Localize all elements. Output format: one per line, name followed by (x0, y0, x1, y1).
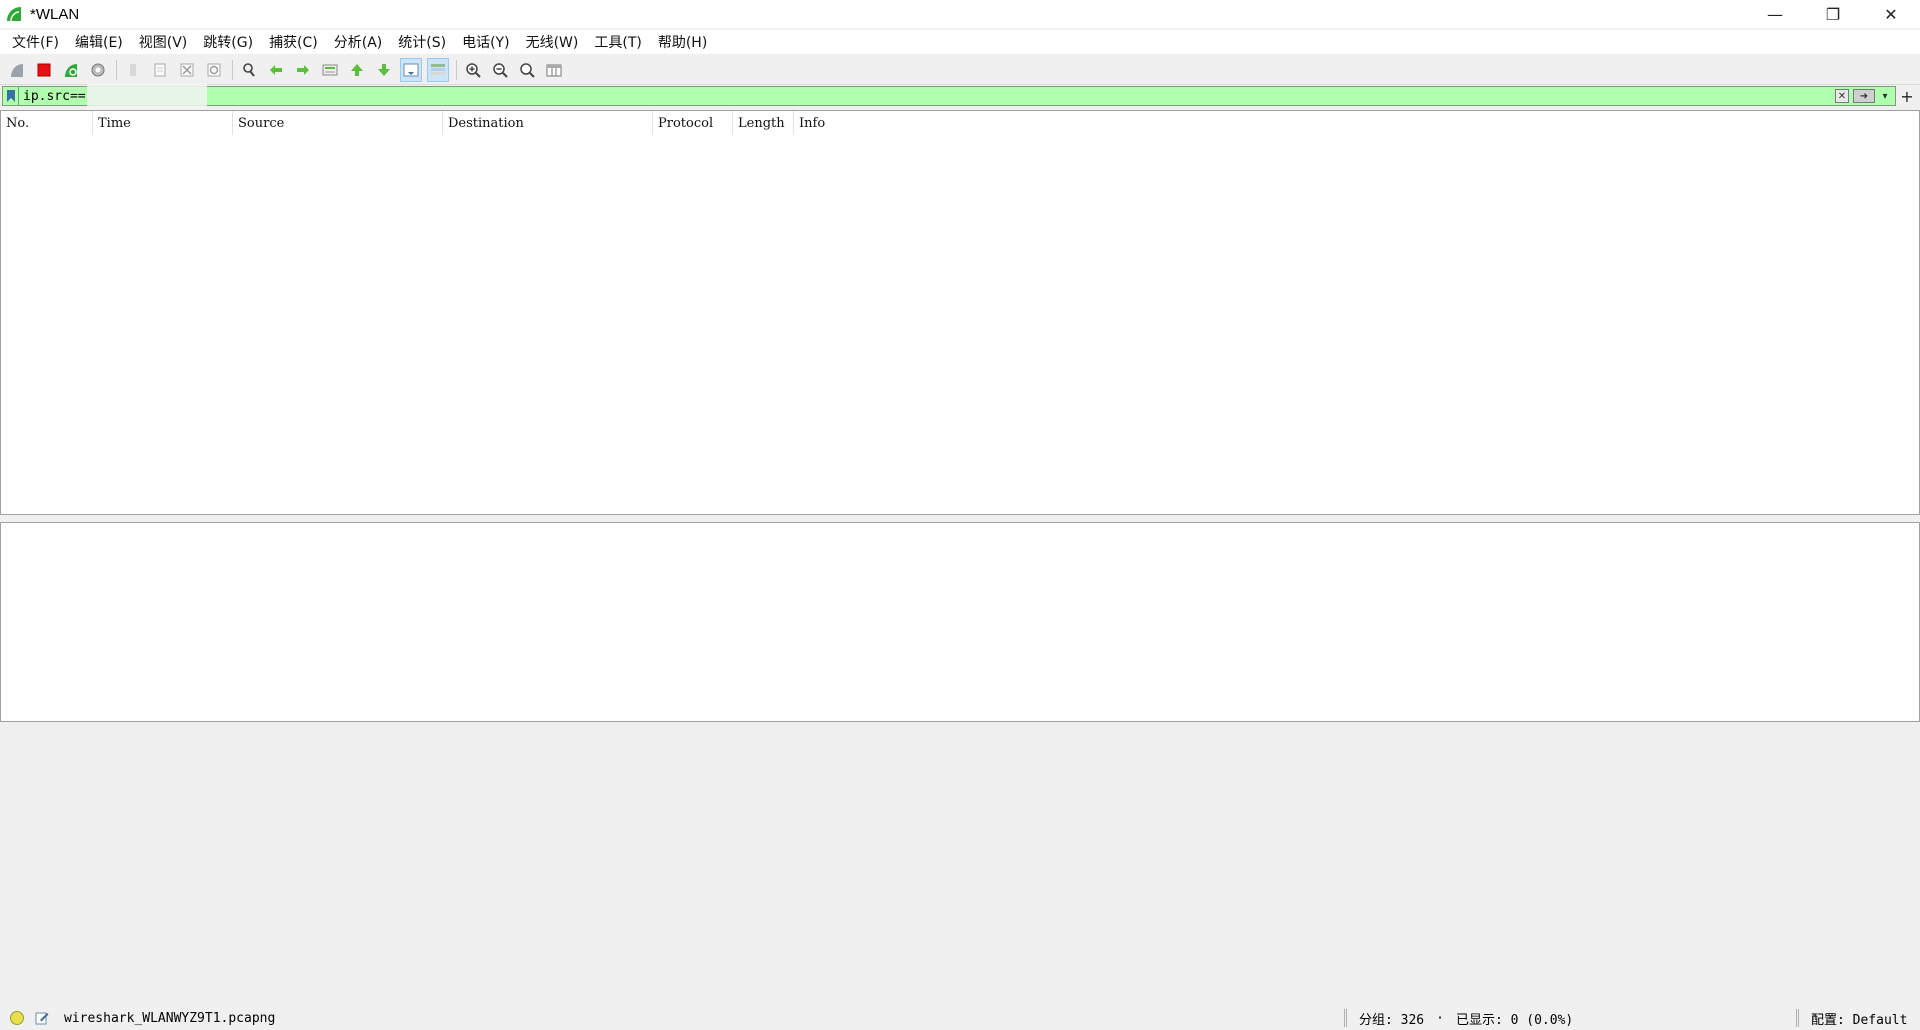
column-header-source[interactable]: Source (233, 111, 443, 135)
go-first-icon[interactable] (346, 58, 368, 82)
stop-capture-icon[interactable] (33, 58, 55, 82)
restore-button[interactable]: ❐ (1804, 0, 1862, 28)
profile-selector[interactable]: 配置: Default (1811, 1009, 1907, 1028)
apply-filter-icon[interactable]: ➜ (1853, 89, 1875, 103)
go-to-packet-icon[interactable] (319, 58, 341, 82)
menu-telephony[interactable]: 电话(Y) (454, 30, 517, 54)
menu-tools[interactable]: 工具(T) (586, 30, 649, 54)
bookmark-icon[interactable] (3, 87, 19, 105)
column-header-length[interactable]: Length (733, 111, 794, 135)
minimize-button[interactable]: — (1746, 0, 1804, 28)
capture-comment-icon[interactable] (34, 1010, 50, 1026)
status-divider (1344, 1009, 1347, 1027)
capture-file-name: wireshark_WLANWYZ9T1.pcapng (64, 1010, 276, 1026)
menu-file[interactable]: 文件(F) (4, 30, 67, 54)
go-back-icon[interactable] (265, 58, 287, 82)
status-dot-separator: · (1436, 1010, 1444, 1026)
wireshark-logo-icon (4, 4, 24, 24)
window-title: *WLAN (30, 5, 80, 23)
display-filter-bar: ✕ ➜ ▾ + (2, 83, 1918, 111)
menu-edit[interactable]: 编辑(E) (67, 30, 131, 54)
zoom-out-icon[interactable] (489, 58, 511, 82)
autoscroll-icon[interactable] (400, 57, 422, 82)
zoom-normal-icon[interactable] (516, 58, 538, 82)
zoom-in-icon[interactable] (462, 58, 484, 82)
restore-icon: ❐ (1825, 4, 1841, 24)
packet-details-pane[interactable] (0, 522, 1920, 722)
redacted-area (87, 83, 207, 111)
colorize-icon[interactable] (427, 57, 449, 82)
menu-go[interactable]: 跳转(G) (195, 30, 261, 54)
restart-capture-icon[interactable] (60, 58, 82, 82)
menu-analyze[interactable]: 分析(A) (326, 30, 391, 54)
minimize-icon: — (1767, 4, 1783, 24)
go-forward-icon[interactable] (292, 58, 314, 82)
clear-filter-icon[interactable]: ✕ (1835, 89, 1849, 103)
packet-list-header: No. Time Source Destination Protocol Len… (1, 111, 1919, 135)
close-window-button[interactable]: ✕ (1862, 0, 1920, 28)
menu-view[interactable]: 视图(V) (131, 30, 196, 54)
status-bar: wireshark_WLANWYZ9T1.pcapng 分组: 326 · 已显… (0, 1006, 1920, 1030)
capture-options-icon[interactable] (87, 58, 109, 82)
column-header-info[interactable]: Info (794, 111, 1919, 135)
reload-file-icon[interactable] (203, 58, 225, 82)
toolbar-divider (232, 59, 233, 80)
find-packet-icon[interactable] (238, 58, 260, 82)
column-header-protocol[interactable]: Protocol (653, 111, 733, 135)
menu-wireless[interactable]: 无线(W) (518, 30, 587, 54)
menu-help[interactable]: 帮助(H) (650, 30, 715, 54)
column-header-time[interactable]: Time (93, 111, 233, 135)
column-header-no[interactable]: No. (1, 111, 93, 135)
column-header-destination[interactable]: Destination (443, 111, 653, 135)
menu-bar: 文件(F) 编辑(E) 视图(V) 跳转(G) 捕获(C) 分析(A) 统计(S… (0, 30, 1920, 54)
packet-count: 分组: 326 (1359, 1012, 1425, 1028)
display-filter-input[interactable] (19, 87, 1835, 105)
main-toolbar (0, 55, 1920, 85)
chevron-down-icon[interactable]: ▾ (1879, 89, 1891, 103)
displayed-count: 已显示: 0 (0.0%) (1455, 1012, 1574, 1028)
title-bar: *WLAN — ❐ ✕ (0, 0, 1920, 28)
resize-columns-icon[interactable] (543, 58, 565, 82)
add-filter-button[interactable]: + (1896, 87, 1918, 106)
open-file-icon[interactable] (122, 58, 144, 82)
close-icon: ✕ (1884, 4, 1898, 24)
save-file-icon[interactable] (149, 58, 171, 82)
toolbar-divider (116, 59, 117, 80)
menu-capture[interactable]: 捕获(C) (261, 30, 326, 54)
start-capture-icon[interactable] (6, 58, 28, 82)
display-filter-input-wrapper: ✕ ➜ ▾ (2, 83, 1896, 111)
go-last-icon[interactable] (373, 58, 395, 82)
menu-statistics[interactable]: 统计(S) (390, 30, 454, 54)
packet-list-pane[interactable]: No. Time Source Destination Protocol Len… (0, 110, 1920, 515)
toolbar-divider (456, 59, 457, 80)
expert-info-icon[interactable] (10, 1011, 24, 1025)
close-file-icon[interactable] (176, 58, 198, 82)
status-divider (1796, 1009, 1799, 1027)
